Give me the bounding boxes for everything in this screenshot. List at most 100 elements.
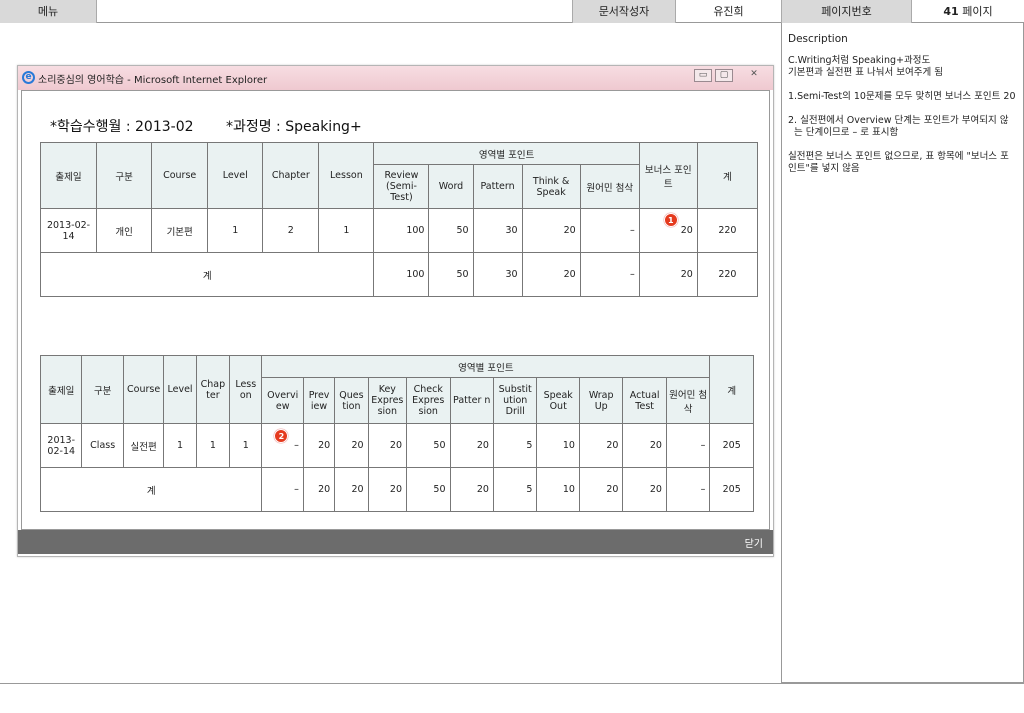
annotation-badge-1: 1: [663, 213, 678, 227]
bottom-divider: [0, 683, 1024, 684]
author-label: 문서작성자: [573, 0, 676, 23]
course-name: *과정명 : Speaking+: [225, 119, 362, 135]
sum-label: 계: [39, 252, 375, 297]
cell-pattern: 20: [449, 423, 494, 468]
page-number: 41 페이지: [912, 0, 1024, 23]
window-close-icon[interactable]: ✕: [745, 69, 763, 82]
cell-question: 20: [334, 423, 369, 468]
col-course: Course: [151, 142, 209, 209]
browser-window: e 소리중심의 영어학습 - Microsoft Internet Explor…: [17, 65, 774, 557]
col-date: 출제일: [39, 142, 98, 209]
page-number-value: 41: [943, 5, 959, 18]
description-para-3: 2. 실전편에서 Overview 단계는 포인트가 부여되지 않는 단계이므로…: [788, 115, 1009, 138]
col-type: 구분: [81, 355, 124, 424]
cell-preview: 20: [302, 423, 336, 468]
cell-bonus: 1 20: [638, 208, 698, 253]
sum-wrap-up: 20: [578, 467, 624, 512]
window-titlebar[interactable]: e 소리중심의 영어학습 - Microsoft Internet Explor…: [18, 66, 773, 90]
table-sum-row: 계 – 20 20 20 50 20 5 10 20 20 – 205: [39, 467, 754, 512]
cell-think-speak: 20: [521, 208, 581, 253]
col-total: 계: [696, 142, 759, 209]
window-title: 소리중심의 영어학습 - Microsoft Internet Explorer: [38, 75, 268, 86]
sum-speak-out: 10: [536, 467, 580, 512]
sum-preview: 20: [302, 467, 336, 512]
col-pattern: Patter n: [449, 377, 494, 424]
maximize-button[interactable]: ▢: [715, 69, 733, 82]
cell-type: Class: [81, 423, 124, 468]
cell-review: 100: [373, 208, 430, 253]
annotation-badge-2: 2: [274, 429, 289, 443]
sum-substitution-drill: 5: [492, 467, 538, 512]
summary-heading: *학습수행월 : 2013-02 *과정명 : Speaking+: [50, 116, 390, 136]
cell-substitution-drill: 5: [492, 423, 538, 468]
description-para-4: 실전편은 보너스 포인트 없으므로, 표 항목에 "보너스 포인트"를 넣지 않…: [788, 151, 1009, 174]
sum-total: 220: [696, 252, 759, 297]
col-area-points: 영역별 포인트: [261, 355, 711, 378]
sum-pattern: 30: [472, 252, 523, 297]
cell-chapter: 2: [262, 208, 320, 253]
ie-logo-icon: e: [22, 71, 35, 84]
description-panel: Description C.Writing처럼 Speaking+과정도 기본편…: [781, 23, 1024, 683]
description-para-2: 1.Semi-Test의 10문제를 모두 맞히면 보너스 포인트 20: [788, 91, 1016, 102]
description-para-1: C.Writing처럼 Speaking+과정도 기본편과 실전편 표 나눠서 …: [788, 55, 943, 78]
sum-total: 205: [709, 467, 754, 512]
cell-speak-out: 10: [536, 423, 580, 468]
close-button[interactable]: 닫기: [745, 535, 763, 550]
sum-native: –: [665, 467, 711, 512]
col-pattern: Pattern: [472, 164, 523, 209]
col-word: Word: [428, 164, 474, 209]
sum-word: 50: [428, 252, 474, 297]
col-course: Course: [122, 355, 165, 424]
cell-level: 1: [163, 423, 197, 468]
cell-type: 개인: [96, 208, 153, 253]
sum-pattern: 20: [449, 467, 494, 512]
sum-overview: –: [261, 467, 304, 512]
cell-native: –: [665, 423, 711, 468]
author-name: 유진희: [676, 0, 782, 23]
sum-key-expression: 20: [367, 467, 408, 512]
cell-total: 220: [696, 208, 759, 253]
col-lesson: Lesson: [318, 142, 375, 209]
sum-native: –: [579, 252, 640, 297]
window-content: *학습수행월 : 2013-02 *과정명 : Speaking+ 출제일 구분…: [21, 90, 770, 530]
sum-think-speak: 20: [521, 252, 581, 297]
cell-lesson: 1: [229, 423, 263, 468]
page-number-label: 페이지번호: [782, 0, 912, 23]
col-actual-test: Actual Test: [622, 377, 667, 424]
cell-lesson: 1: [318, 208, 375, 253]
col-lesson: Less on: [229, 355, 263, 424]
window-footer: 닫기: [18, 530, 773, 554]
basic-points-table: 출제일 구분 Course Level Chapter Lesson 영역별 포…: [39, 142, 759, 297]
col-overview: Overvi ew: [261, 377, 304, 424]
sum-check-expression: 50: [406, 467, 451, 512]
col-level: Level: [163, 355, 197, 424]
cell-course: 기본편: [151, 208, 209, 253]
practical-points-table: 출제일 구분 Course Level Chap ter Less on 영역별…: [39, 355, 754, 512]
col-native: 원어민 첨삭: [579, 164, 640, 209]
cell-overview: 2 –: [261, 423, 304, 468]
cell-pattern: 30: [472, 208, 523, 253]
cell-chapter: 1: [195, 423, 231, 468]
col-question: Ques tion: [334, 377, 369, 424]
sum-review: 100: [373, 252, 430, 297]
table-row: 2013-02-14 Class 실전편 1 1 1 2 – 20 20 20 …: [39, 423, 754, 468]
col-native: 원어민 첨삭: [665, 377, 711, 424]
col-think-speak: Think & Speak: [521, 164, 581, 209]
col-wrap-up: Wrap Up: [578, 377, 624, 424]
col-key-expression: Key Expres sion: [367, 377, 408, 424]
minimize-button[interactable]: ▭: [694, 69, 712, 82]
cell-key-expression: 20: [367, 423, 408, 468]
cell-date: 2013-02-14: [39, 423, 83, 468]
description-title: Description: [788, 33, 848, 45]
col-review: Review (Semi-Test): [373, 164, 430, 209]
cell-native: –: [579, 208, 640, 253]
cell-course: 실전편: [122, 423, 165, 468]
col-date: 출제일: [39, 355, 83, 424]
cell-wrap-up: 20: [578, 423, 624, 468]
header-blank: [97, 0, 573, 23]
cell-word: 50: [428, 208, 474, 253]
page-number-unit: 페이지: [962, 5, 993, 18]
col-area-points: 영역별 포인트: [373, 142, 640, 165]
col-preview: Prev iew: [302, 377, 336, 424]
col-level: Level: [207, 142, 264, 209]
